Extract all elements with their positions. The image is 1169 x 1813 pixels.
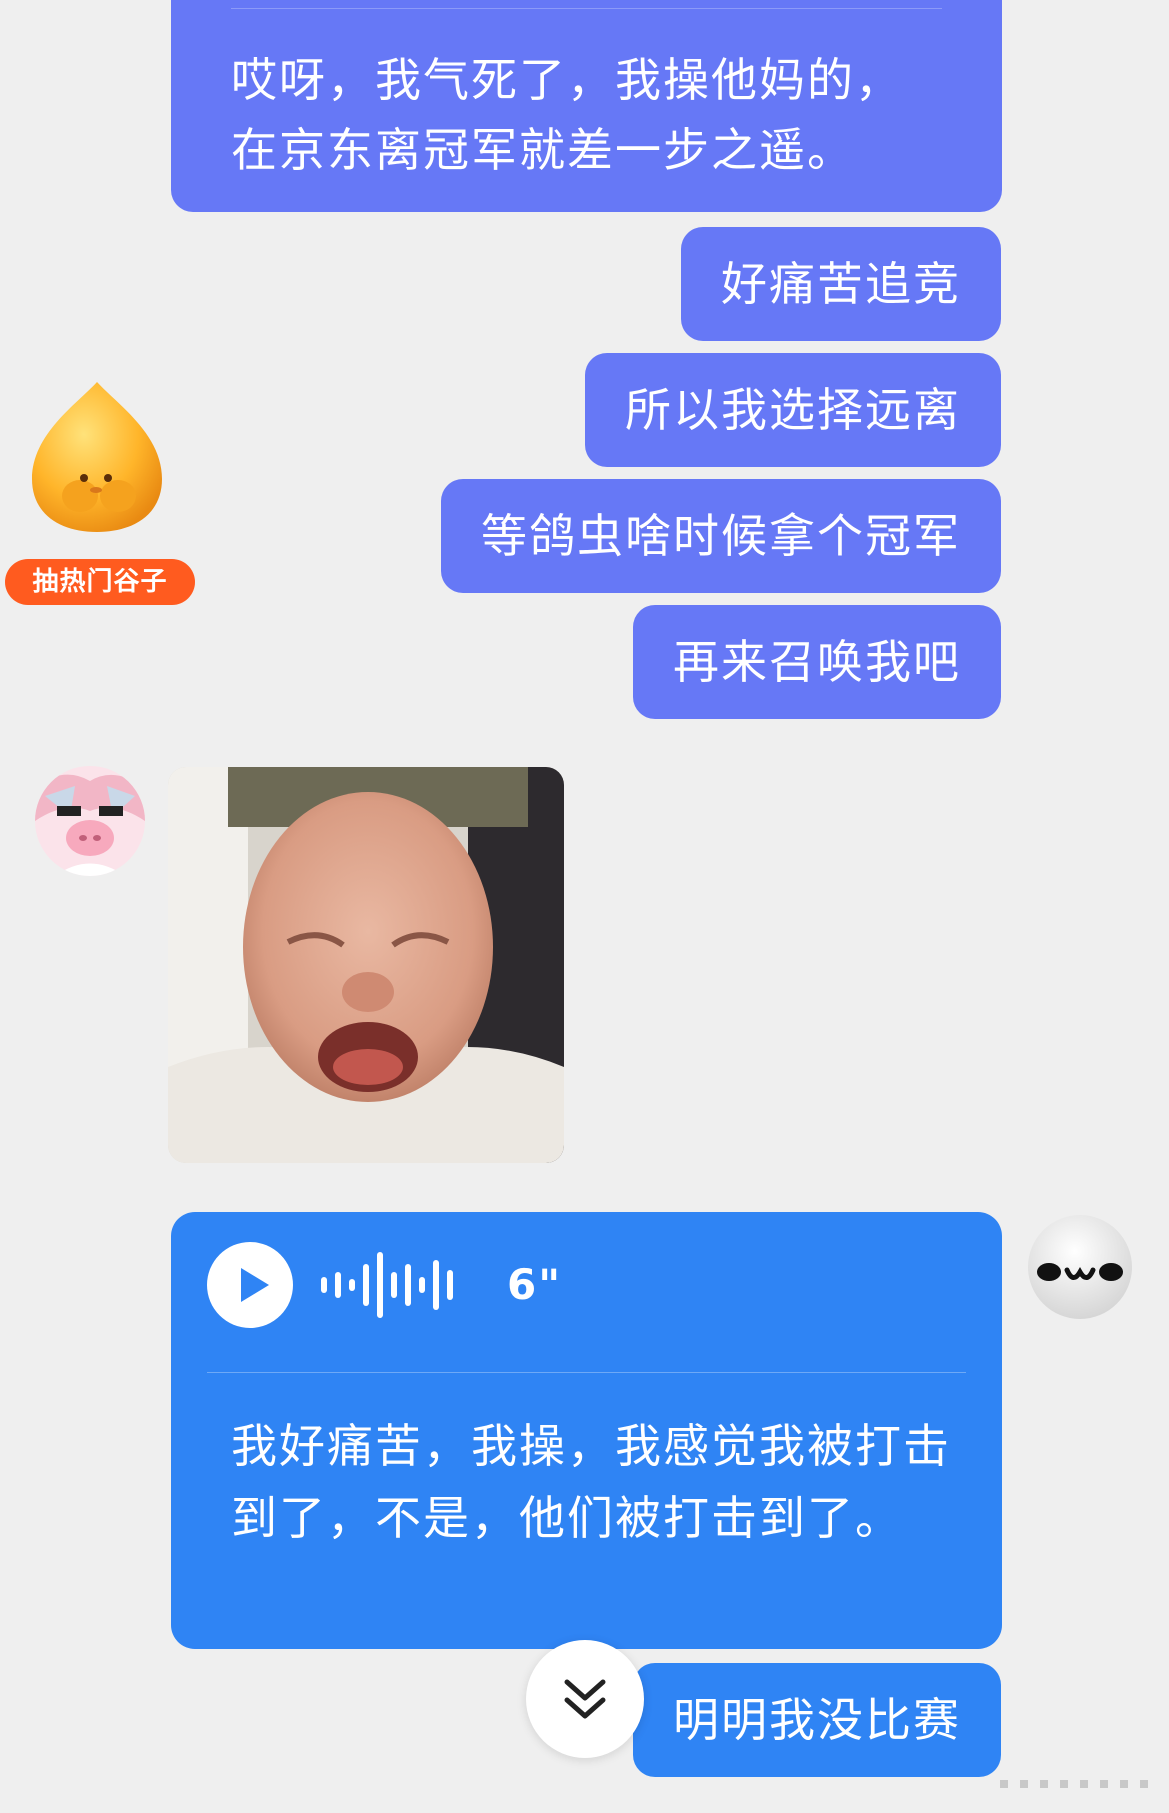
voice-duration: 6": [507, 1260, 563, 1309]
crying-baby-sticker[interactable]: [168, 767, 564, 1163]
voice-divider: [207, 1372, 966, 1373]
chat-bubble-4[interactable]: 等鸽虫啥时候拿个冠军: [441, 479, 1001, 593]
hot-goods-badge[interactable]: 抽热门谷子: [5, 559, 195, 605]
chat-bubble-1[interactable]: 哎呀，我气死了，我操他妈的，在京东离冠军就差一步之遥。: [171, 0, 1002, 212]
user-avatar-self[interactable]: [1025, 1212, 1135, 1322]
corner-watermark: [1000, 1780, 1148, 1788]
chat-bubble-3[interactable]: 所以我选择远离: [585, 353, 1001, 467]
user-avatar-anime[interactable]: [35, 766, 145, 876]
chat-bubble-2[interactable]: 好痛苦追竞: [681, 227, 1001, 341]
message-text: 所以我选择远离: [625, 383, 961, 437]
voice-play-button[interactable]: [207, 1242, 293, 1328]
bubble-divider: [231, 8, 942, 9]
message-text: 明明我没比赛: [673, 1693, 961, 1747]
peach-mascot-avatar[interactable]: [22, 374, 172, 539]
chat-bubble-5[interactable]: 再来召唤我吧: [633, 605, 1001, 719]
message-text: 哎呀，我气死了，我操他妈的，在京东离冠军就差一步之遥。: [231, 53, 903, 177]
message-text: 好痛苦追竞: [721, 257, 961, 311]
waveform-icon: [321, 1252, 453, 1318]
play-icon: [241, 1268, 269, 1302]
voice-transcript: 我好痛苦，我操，我感觉我被打击到了，不是，他们被打击到了。: [231, 1419, 951, 1545]
scroll-to-bottom-button[interactable]: [526, 1640, 644, 1758]
double-chevron-down-icon: [564, 1679, 606, 1719]
message-text: 再来召唤我吧: [673, 635, 961, 689]
message-text: 等鸽虫啥时候拿个冠军: [481, 509, 961, 563]
chat-bubble-last[interactable]: 明明我没比赛: [633, 1663, 1001, 1777]
voice-message-bubble[interactable]: 6" 我好痛苦，我操，我感觉我被打击到了，不是，他们被打击到了。: [171, 1212, 1002, 1649]
